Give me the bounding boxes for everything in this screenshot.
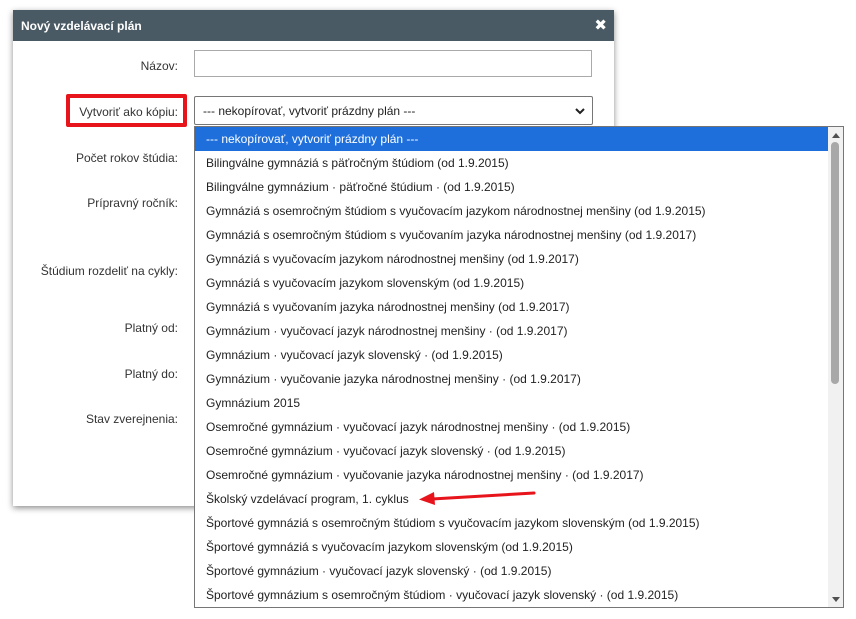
cycles-label: Štúdium rozdeliť na cykly: [40, 264, 178, 278]
dropdown-option[interactable]: Bilingválne gymnáziá s päťročným štúdiom… [195, 151, 829, 175]
dropdown-option[interactable]: Gymnáziá s osemročným štúdiom s vyučovan… [195, 223, 829, 247]
dropdown-option[interactable]: Osemročné gymnázium · vyučovací jazyk ná… [195, 415, 829, 439]
name-label: Názov: [140, 59, 178, 73]
chevron-down-icon [575, 107, 585, 114]
dropdown-option[interactable]: Bilingválne gymnázium · päťročné štúdium… [195, 175, 829, 199]
scrollbar-thumb[interactable] [831, 142, 839, 384]
copy-select[interactable]: --- nekopírovať, vytvoriť prázdny plán -… [194, 96, 593, 125]
valid-to-label: Platný do: [124, 367, 178, 381]
dropdown-option[interactable]: Gymnáziá s vyučovaním jazyka národnostne… [195, 295, 829, 319]
dropdown-option[interactable]: Gymnáziá s vyučovacím jazykom národnostn… [195, 247, 829, 271]
dialog-titlebar: Nový vzdelávací plán ✖ [13, 10, 614, 41]
red-pointer-arrow-icon [419, 491, 536, 505]
valid-from-label: Platný od: [124, 321, 178, 335]
scroll-up-arrow-icon[interactable] [828, 127, 843, 142]
dropdown-scrollbar[interactable] [828, 127, 843, 607]
prep-year-label: Prípravný ročník: [87, 196, 178, 210]
dropdown-option[interactable]: Gymnázium 2015 [195, 391, 829, 415]
dropdown-option[interactable]: Osemročné gymnázium · vyučovanie jazyka … [195, 463, 829, 487]
copy-select-value: --- nekopírovať, vytvoriť prázdny plán -… [203, 103, 416, 118]
dropdown-option[interactable]: Gymnázium · vyučovací jazyk slovenský · … [195, 343, 829, 367]
dropdown-options: --- nekopírovať, vytvoriť prázdny plán -… [195, 127, 829, 607]
dropdown-option[interactable]: Športové gymnáziá s vyučovacím jazykom s… [195, 535, 829, 559]
years-label: Počet rokov štúdia: [75, 151, 178, 165]
name-input[interactable] [194, 50, 592, 77]
dropdown-option[interactable]: Športové gymnáziá s osemročným štúdiom s… [195, 511, 829, 535]
dialog-title: Nový vzdelávací plán [21, 18, 142, 33]
copy-dropdown-list[interactable]: --- nekopírovať, vytvoriť prázdny plán -… [194, 126, 844, 608]
dropdown-option[interactable]: Osemročné gymnázium · vyučovací jazyk sl… [195, 439, 829, 463]
dropdown-option[interactable]: Športové gymnázium · vyučovací jazyk slo… [195, 559, 829, 583]
copy-label-highlight [66, 94, 187, 127]
dropdown-option[interactable]: Športové gymnázium s osemročným štúdiom … [195, 583, 829, 607]
dropdown-option[interactable]: Gymnáziá s osemročným štúdiom s vyučovac… [195, 199, 829, 223]
dropdown-option[interactable]: Gymnázium · vyučovanie jazyka národnostn… [195, 367, 829, 391]
publish-state-label: Stav zverejnenia: [85, 412, 178, 426]
scroll-down-arrow-icon[interactable] [828, 592, 843, 607]
close-icon[interactable]: ✖ [594, 18, 607, 33]
dropdown-option[interactable]: Gymnáziá s vyučovacím jazykom slovenským… [195, 271, 829, 295]
dropdown-option[interactable]: --- nekopírovať, vytvoriť prázdny plán -… [195, 127, 829, 151]
dropdown-option[interactable]: Gymnázium · vyučovací jazyk národnostnej… [195, 319, 829, 343]
